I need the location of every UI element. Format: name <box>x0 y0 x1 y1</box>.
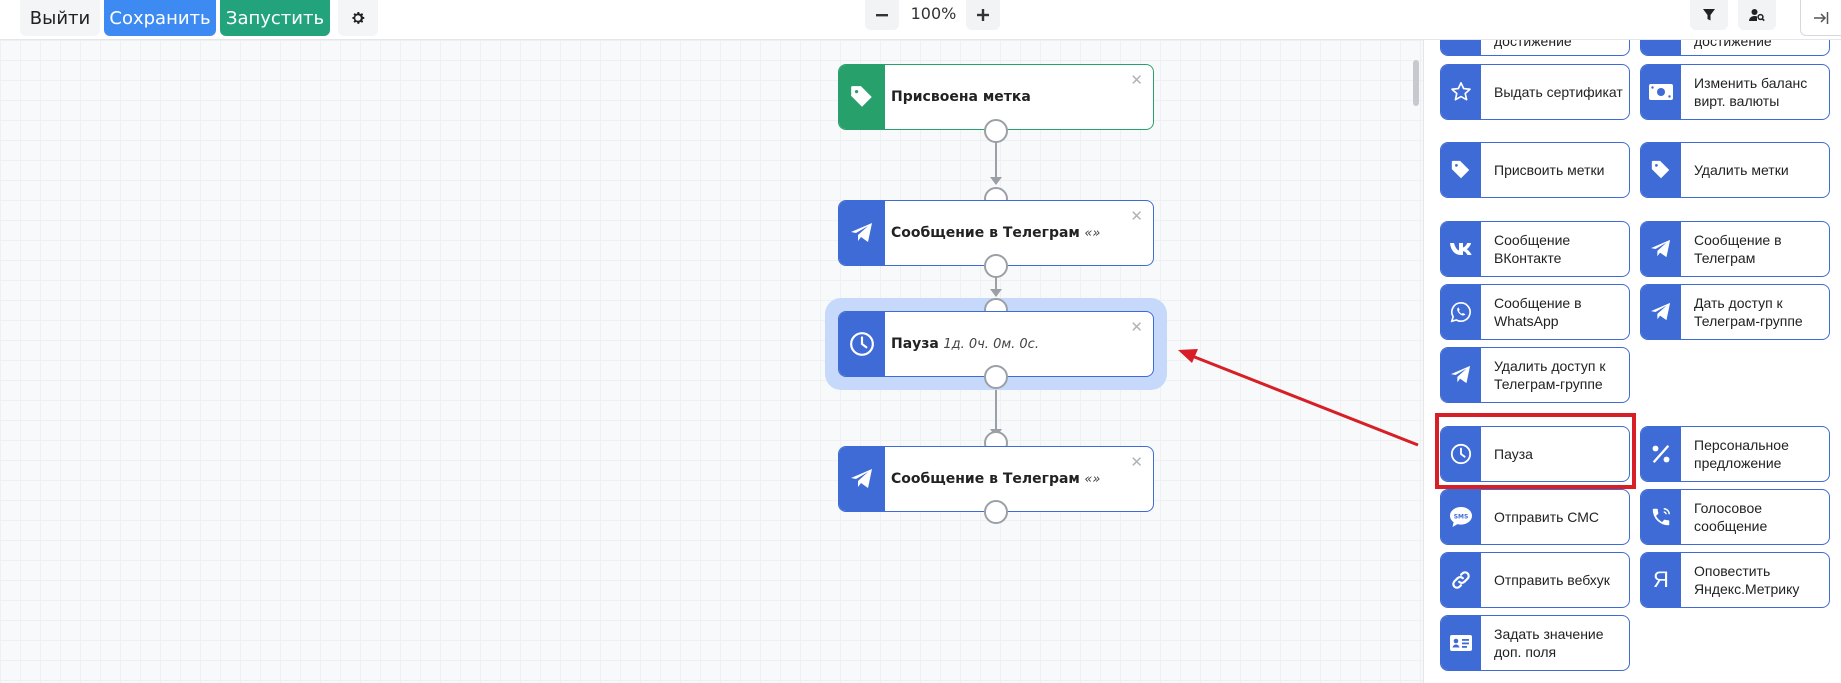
palette-item-cutoff[interactable]: достижение <box>1640 40 1830 56</box>
clock-icon <box>839 312 885 376</box>
palette-item-label: Отправить вебхук <box>1494 572 1610 588</box>
node-title: Сообщение в Телеграм «» <box>891 225 1101 241</box>
tag-icon <box>1641 143 1681 197</box>
palette-item-label: Задать значение доп. поля <box>1494 626 1604 660</box>
palette-item-yandex-metrica[interactable]: Я Оповестить Яндекс.Метрику <box>1640 552 1830 608</box>
filter-button[interactable] <box>1690 0 1728 30</box>
vk-icon <box>1441 222 1481 276</box>
palette-item-label: Сообщение в Телеграм <box>1694 232 1782 266</box>
palette-item-label: Дать доступ к Телеграм-группе <box>1694 295 1803 329</box>
close-icon[interactable]: ✕ <box>1130 453 1143 471</box>
star-icon <box>1441 65 1481 119</box>
palette-item-label: Сообщение в WhatsApp <box>1494 295 1582 329</box>
telegram-icon <box>839 447 885 511</box>
zoom-in-button[interactable] <box>966 0 1000 30</box>
palette-item-grant-telegram-access[interactable]: Дать доступ к Телеграм-группе <box>1640 284 1830 340</box>
arrowhead-icon <box>990 177 1002 185</box>
palette-icon <box>1641 40 1681 55</box>
svg-text:SMS: SMS <box>1454 514 1469 521</box>
palette-item-label: Удалить метки <box>1694 162 1789 178</box>
arrowhead-icon <box>990 289 1002 297</box>
palette-item-label: Голосовое сообщение <box>1694 500 1768 534</box>
palette-item-assign-tags[interactable]: Присвоить метки <box>1440 142 1630 198</box>
output-port[interactable] <box>984 365 1008 389</box>
palette-item-label: Выдать сертификат <box>1494 84 1623 100</box>
top-toolbar: Выйти Сохранить Запустить 100% <box>0 0 1841 40</box>
plus-icon <box>977 9 989 21</box>
zoom-level: 100% <box>910 4 957 23</box>
output-port[interactable] <box>984 254 1008 278</box>
palette-item-remove-tags[interactable]: Удалить метки <box>1640 142 1830 198</box>
gear-icon <box>352 11 365 24</box>
node-title: Присвоена метка <box>891 89 1031 105</box>
palette-item-label: Сообщение ВКонтакте <box>1494 232 1571 266</box>
annotation-arrow-icon <box>1178 349 1419 447</box>
palette-item-whatsapp-message[interactable]: Сообщение в WhatsApp <box>1440 284 1630 340</box>
palette-item-personal-offer[interactable]: Персональное предложение <box>1640 426 1830 482</box>
telegram-icon <box>839 201 885 265</box>
telegram-icon <box>1641 222 1681 276</box>
node-title: Пауза 1д. 0ч. 0м. 0с. <box>891 336 1039 352</box>
palette-item-voice-message[interactable]: Голосовое сообщение <box>1640 489 1830 545</box>
palette-icon <box>1441 40 1481 55</box>
palette-item-label: Удалить доступ к Телеграм-группе <box>1494 358 1606 392</box>
tag-icon <box>839 65 885 129</box>
save-button[interactable]: Сохранить <box>104 0 216 36</box>
yandex-icon: Я <box>1641 553 1681 607</box>
sms-icon: SMS <box>1441 490 1481 544</box>
palette-item-set-field-value[interactable]: Задать значение доп. поля <box>1440 615 1630 671</box>
banknote-icon <box>1641 65 1681 119</box>
output-port[interactable] <box>984 119 1008 143</box>
percent-icon <box>1641 427 1681 481</box>
user-search-icon <box>1749 9 1765 22</box>
annotation-highlight-box <box>1435 413 1636 489</box>
palette-item-label: Присвоить метки <box>1494 162 1605 178</box>
palette-item-send-sms[interactable]: SMS Отправить СМС <box>1440 489 1630 545</box>
exit-button[interactable]: Выйти <box>20 0 100 36</box>
telegram-icon <box>1441 348 1481 402</box>
palette-item-vk-message[interactable]: Сообщение ВКонтакте <box>1440 221 1630 277</box>
node-title: Сообщение в Телеграм «» <box>891 471 1101 487</box>
palette-item-label: Персональное предложение <box>1694 437 1789 471</box>
telegram-icon <box>1641 285 1681 339</box>
action-palette: достижение достижение Выдать сертификат … <box>1423 40 1841 683</box>
palette-item-telegram-message[interactable]: Сообщение в Телеграм <box>1640 221 1830 277</box>
palette-item-label: Изменить баланс вирт. валюты <box>1694 75 1808 109</box>
output-port[interactable] <box>984 500 1008 524</box>
palette-item-label: Оповестить Яндекс.Метрику <box>1694 563 1800 597</box>
phone-call-icon <box>1641 490 1681 544</box>
close-icon[interactable]: ✕ <box>1130 207 1143 225</box>
palette-item-change-balance[interactable]: Изменить баланс вирт. валюты <box>1640 64 1830 120</box>
user-search-button[interactable] <box>1738 0 1776 30</box>
automation-editor: Выйти Сохранить Запустить 100% Присвоена… <box>0 0 1841 683</box>
palette-item-issue-certificate[interactable]: Выдать сертификат <box>1440 64 1630 120</box>
palette-item-revoke-telegram-access[interactable]: Удалить доступ к Телеграм-группе <box>1440 347 1630 403</box>
filter-icon <box>1703 9 1715 21</box>
run-button[interactable]: Запустить <box>220 0 330 36</box>
zoom-out-button[interactable] <box>865 0 899 30</box>
tag-icon <box>1441 143 1481 197</box>
canvas-scrollbar[interactable] <box>1413 60 1419 106</box>
minus-icon <box>876 14 888 17</box>
whatsapp-icon <box>1441 285 1481 339</box>
arrow-to-right-icon <box>1814 11 1829 24</box>
palette-item-cutoff[interactable]: достижение <box>1440 40 1630 56</box>
settings-button[interactable] <box>338 0 378 36</box>
link-icon <box>1441 553 1481 607</box>
id-card-icon <box>1441 616 1481 670</box>
collapse-panel-button[interactable] <box>1800 0 1841 36</box>
palette-item-send-webhook[interactable]: Отправить вебхук <box>1440 552 1630 608</box>
close-icon[interactable]: ✕ <box>1130 318 1143 336</box>
palette-item-label: Отправить СМС <box>1494 509 1600 525</box>
close-icon[interactable]: ✕ <box>1130 71 1143 89</box>
